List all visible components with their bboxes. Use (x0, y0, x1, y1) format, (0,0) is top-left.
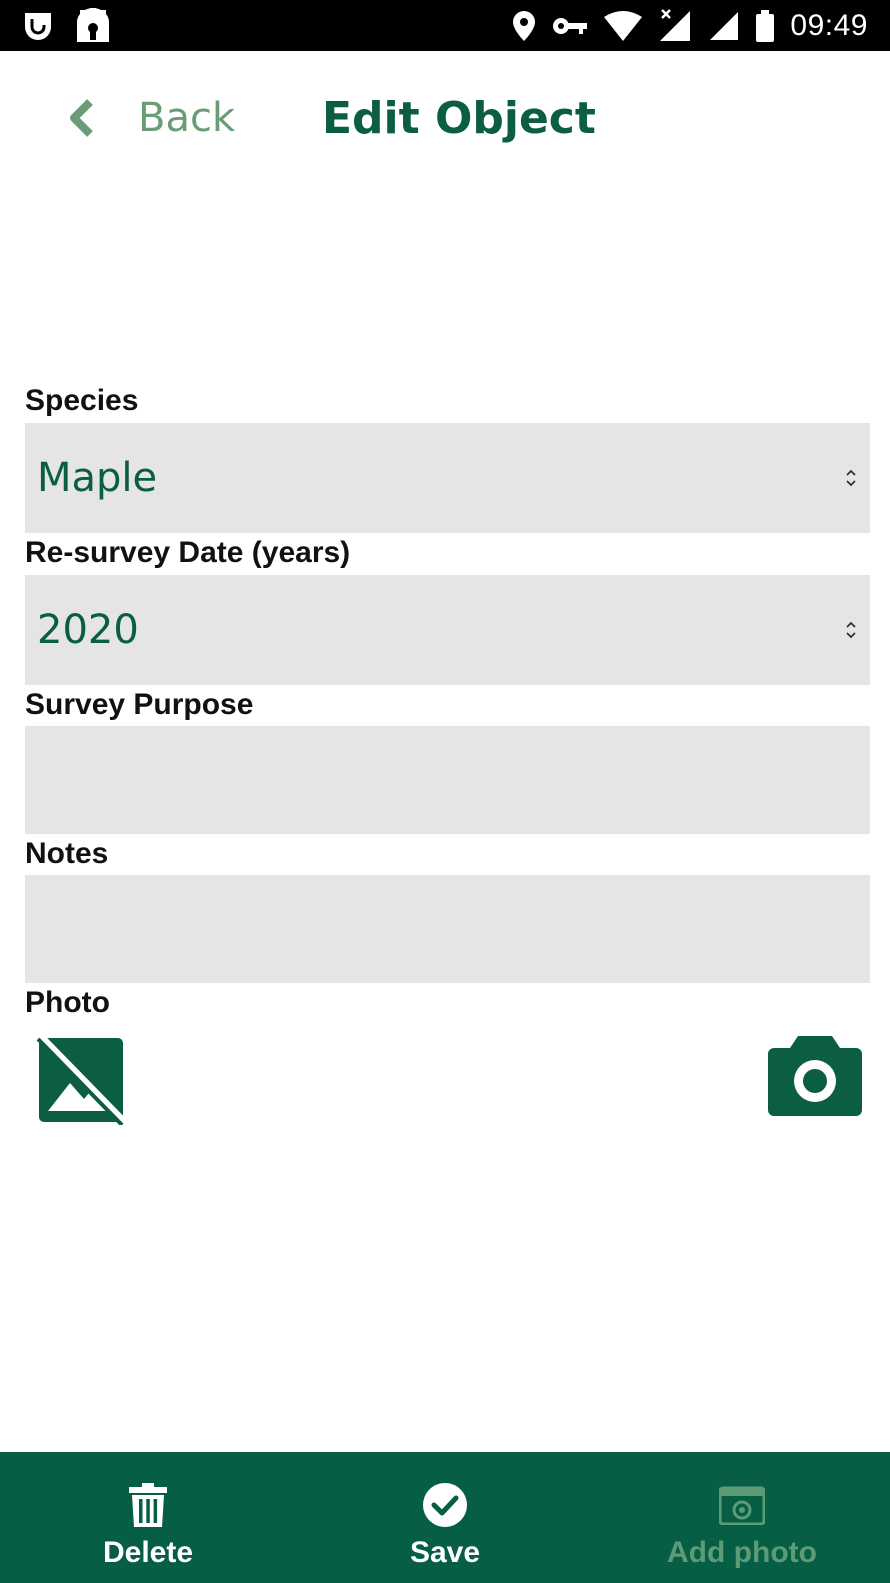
header: Back Edit Object (0, 51, 890, 191)
delete-button[interactable]: Delete (28, 1452, 268, 1583)
notes-label: Notes (25, 837, 109, 870)
app-notification-icon (22, 10, 54, 42)
camera-button[interactable] (768, 1032, 862, 1116)
add-photo-label: Add photo (667, 1536, 817, 1569)
status-right: 09:49 (512, 0, 868, 51)
resurvey-date-value: 2020 (37, 607, 139, 653)
status-left (22, 8, 112, 44)
add-photo-icon (719, 1482, 765, 1528)
delete-label: Delete (102, 1536, 194, 1569)
survey-purpose-field[interactable] (25, 726, 870, 834)
status-bar: 09:49 (0, 0, 890, 51)
no-photo-icon (36, 1033, 128, 1127)
back-button[interactable]: Back (66, 95, 235, 141)
back-label: Back (138, 95, 236, 141)
signal-icon (708, 10, 740, 42)
save-button[interactable]: Save (325, 1452, 565, 1583)
battery-icon (756, 9, 775, 42)
species-value: Maple (37, 455, 158, 501)
status-time: 09:49 (790, 8, 868, 42)
signal-no-data-icon (658, 8, 692, 43)
wifi-icon (604, 10, 643, 41)
select-arrows-icon (844, 467, 858, 489)
photo-label: Photo (25, 986, 110, 1019)
add-photo-button[interactable]: Add photo (622, 1452, 862, 1583)
key-icon (552, 16, 588, 36)
vpn-notification-icon (74, 8, 112, 44)
page-title: Edit Object (322, 93, 596, 144)
chevron-left-icon (66, 98, 96, 138)
notes-field[interactable] (25, 875, 870, 983)
survey-purpose-label: Survey Purpose (25, 688, 254, 721)
species-select[interactable]: Maple (25, 423, 870, 533)
select-arrows-icon (844, 619, 858, 641)
species-label: Species (25, 384, 139, 417)
trash-icon (129, 1482, 167, 1528)
resurvey-date-select[interactable]: 2020 (25, 575, 870, 685)
location-icon (512, 10, 536, 42)
bottom-toolbar: Delete Save Add photo (0, 1452, 890, 1583)
save-label: Save (409, 1536, 481, 1569)
camera-icon (768, 1036, 862, 1116)
resurvey-date-label: Re-survey Date (years) (25, 536, 351, 569)
checkmark-circle-icon (422, 1482, 468, 1528)
